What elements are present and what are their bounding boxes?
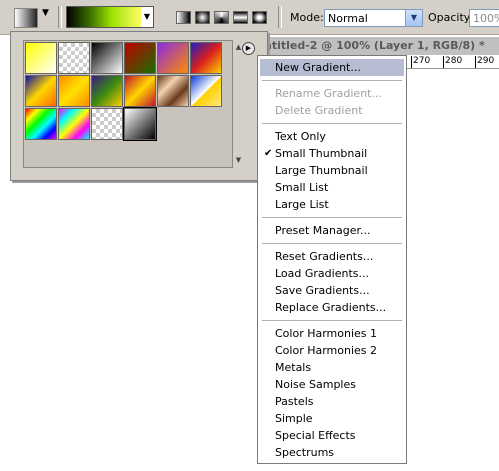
gradient-picker-menu: New Gradient... Rename Gradient... Delete … (257, 55, 407, 464)
menu-item-color-harmonies-2[interactable]: Color Harmonies 2 (260, 342, 404, 359)
options-bar: ▼ ▼ Mode: Normal ▼ Opacity: 100% (0, 0, 499, 35)
gradient-preview[interactable] (66, 6, 142, 28)
menu-item-color-harmonies-1[interactable]: Color Harmonies 1 (260, 325, 404, 342)
gradient-picker-panel: ▲ ▼ ▶ (10, 31, 268, 181)
linear-gradient-button[interactable] (176, 11, 191, 24)
menu-separator (262, 217, 402, 218)
opacity-field[interactable]: 100% (469, 9, 499, 27)
gradient-swatch[interactable] (124, 42, 156, 74)
menu-item-label: Text Only (275, 130, 326, 143)
gradient-swatch[interactable] (124, 75, 156, 107)
gradient-swatch[interactable] (190, 42, 222, 74)
menu-separator (262, 243, 402, 244)
gradient-swatch[interactable] (157, 42, 189, 74)
menu-item-label: Color Harmonies 1 (275, 327, 378, 340)
gradient-swatch-selected[interactable] (123, 107, 157, 141)
chevron-down-icon[interactable]: ▼ (405, 10, 422, 26)
menu-item-rename-gradient: Rename Gradient... (260, 85, 404, 102)
mode-label: Mode: (290, 11, 324, 24)
menu-item-label: Small Thumbnail (275, 147, 368, 160)
opacity-label: Opacity: (428, 11, 474, 24)
menu-item-pastels[interactable]: Pastels (260, 393, 404, 410)
menu-item-label: Large Thumbnail (275, 164, 368, 177)
gradient-swatch[interactable] (25, 108, 57, 140)
gradient-swatch[interactable] (157, 75, 189, 107)
document-title: ntitled-2 @ 100% (Layer 1, RGB/8) * (264, 39, 485, 52)
gradient-dropdown-button[interactable]: ▼ (141, 6, 154, 28)
gradient-swatch-grid: ▲ ▼ (23, 40, 241, 168)
menu-item-label: Rename Gradient... (275, 87, 382, 100)
menu-item-label: Metals (275, 361, 312, 374)
gradient-swatch[interactable] (91, 42, 123, 74)
panel-menu-button[interactable]: ▶ (242, 42, 255, 55)
swatch-scrollbar[interactable]: ▲ ▼ (232, 41, 245, 167)
diamond-gradient-button[interactable] (252, 11, 267, 24)
menu-item-special-effects[interactable]: Special Effects (260, 427, 404, 444)
document-tab[interactable]: ntitled-2 @ 100% (Layer 1, RGB/8) * (260, 37, 499, 55)
menu-item-label: Color Harmonies 2 (275, 344, 378, 357)
gradient-swatch[interactable] (190, 75, 222, 107)
menu-item-label: Delete Gradient (275, 104, 363, 117)
menu-item-simple[interactable]: Simple (260, 410, 404, 427)
menu-item-label: New Gradient... (275, 61, 361, 74)
menu-item-label: Save Gradients... (275, 284, 370, 297)
ruler-tick (443, 56, 444, 68)
menu-item-metals[interactable]: Metals (260, 359, 404, 376)
gradient-swatch[interactable] (58, 108, 90, 140)
menu-item-label: Simple (275, 412, 313, 425)
menu-item-save-gradients[interactable]: Save Gradients... (260, 282, 404, 299)
menu-item-label: Replace Gradients... (275, 301, 387, 314)
angle-gradient-button[interactable] (214, 11, 229, 24)
radial-gradient-button[interactable] (195, 11, 210, 24)
menu-item-delete-gradient: Delete Gradient (260, 102, 404, 119)
menu-item-preset-manager[interactable]: Preset Manager... (260, 222, 404, 239)
gradient-swatch[interactable] (91, 108, 123, 140)
menu-item-label: Load Gradients... (275, 267, 369, 280)
menu-item-label: Small List (275, 181, 329, 194)
toolbar-divider (58, 6, 62, 28)
menu-item-text-only[interactable]: Text Only (260, 128, 404, 145)
ruler-tick (475, 56, 476, 68)
reflected-gradient-button[interactable] (233, 11, 248, 24)
menu-separator (262, 320, 402, 321)
menu-separator (262, 80, 402, 81)
menu-item-small-list[interactable]: Small List (260, 179, 404, 196)
menu-item-label: Special Effects (275, 429, 356, 442)
ruler-label: 290 (477, 56, 495, 66)
menu-item-label: Preset Manager... (275, 224, 371, 237)
menu-item-reset-gradients[interactable]: Reset Gradients... (260, 248, 404, 265)
menu-item-new-gradient[interactable]: New Gradient... (260, 59, 404, 76)
gradient-swatch[interactable] (58, 42, 90, 74)
checkmark-icon: ✔ (264, 148, 273, 159)
toolbar-divider (278, 6, 282, 28)
ruler-tick (411, 56, 412, 68)
mode-select[interactable]: Normal ▼ (324, 9, 423, 27)
gradient-swatch[interactable] (91, 75, 123, 107)
mode-value: Normal (328, 12, 368, 25)
chevron-down-icon[interactable]: ▼ (232, 154, 245, 167)
menu-item-label: Pastels (275, 395, 314, 408)
menu-item-small-thumbnail[interactable]: ✔ Small Thumbnail (260, 145, 404, 162)
menu-item-large-list[interactable]: Large List (260, 196, 404, 213)
gradient-swatch[interactable] (58, 75, 90, 107)
ruler-label: 280 (445, 56, 463, 66)
menu-item-load-gradients[interactable]: Load Gradients... (260, 265, 404, 282)
chevron-down-icon[interactable]: ▼ (42, 8, 49, 18)
menu-item-spectrums[interactable]: Spectrums (260, 444, 404, 461)
menu-item-label: Noise Samples (275, 378, 356, 391)
menu-item-replace-gradients[interactable]: Replace Gradients... (260, 299, 404, 316)
menu-separator (262, 123, 402, 124)
horizontal-ruler: 270 280 290 (405, 56, 499, 69)
tool-preset-picker[interactable] (14, 8, 38, 28)
gradient-swatch[interactable] (25, 42, 57, 74)
menu-item-label: Large List (275, 198, 329, 211)
menu-item-label: Spectrums (275, 446, 335, 459)
menu-item-large-thumbnail[interactable]: Large Thumbnail (260, 162, 404, 179)
ruler-label: 270 (413, 56, 431, 66)
menu-item-label: Reset Gradients... (275, 250, 374, 263)
gradient-swatch[interactable] (25, 75, 57, 107)
menu-item-noise-samples[interactable]: Noise Samples (260, 376, 404, 393)
